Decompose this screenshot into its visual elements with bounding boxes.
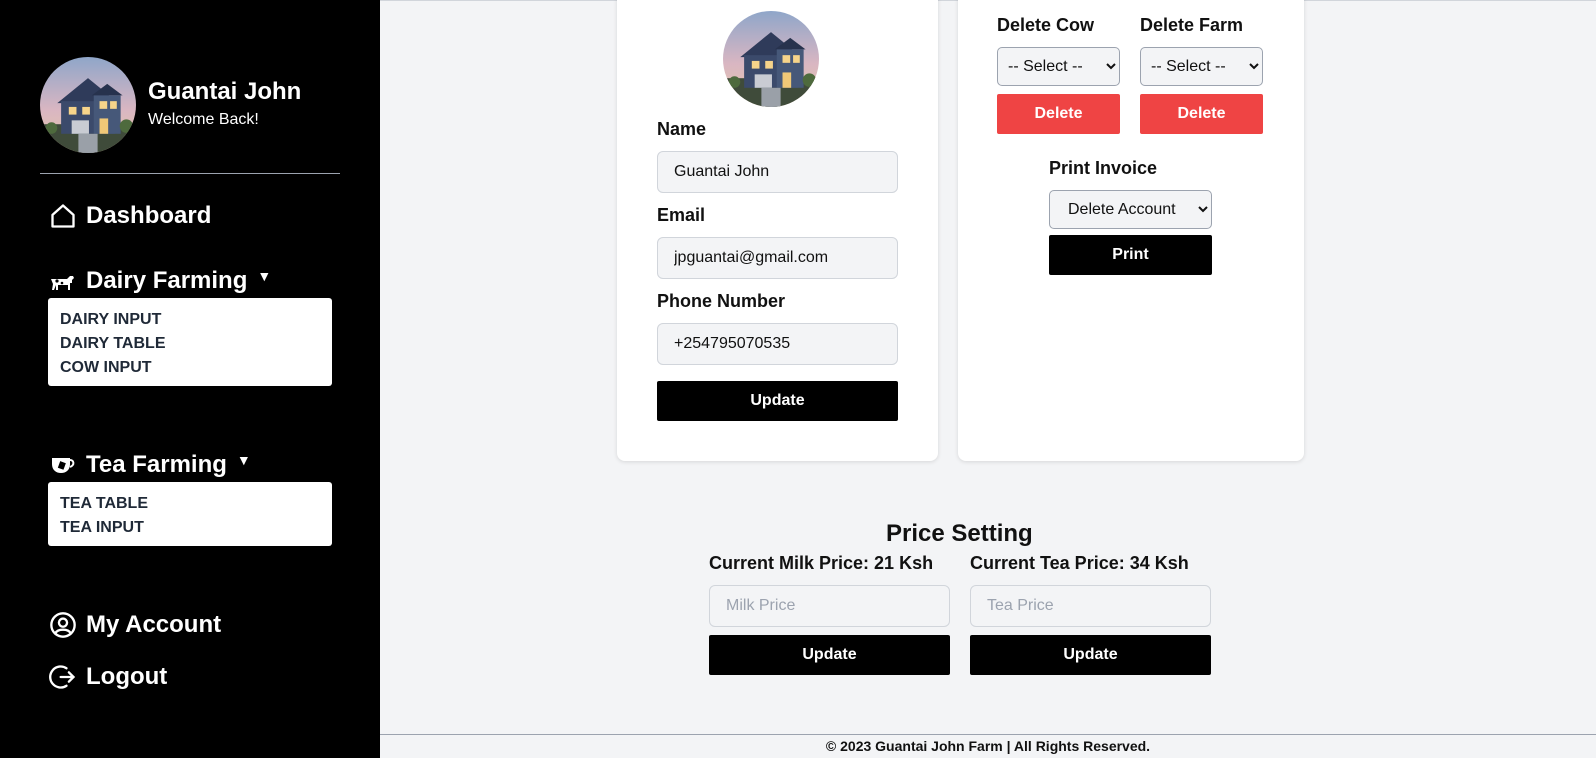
submenu-item-tea-table[interactable]: TEA TABLE — [60, 492, 320, 516]
sidebar-item-label: Dashboard — [86, 202, 212, 229]
tea-price-input[interactable] — [970, 585, 1211, 627]
delete-cow-select[interactable]: -- Select -- — [997, 47, 1120, 86]
tea-submenu: TEA TABLE TEA INPUT — [48, 482, 332, 546]
user-name: Guantai John — [148, 78, 302, 105]
user-circle-icon — [49, 611, 77, 639]
print-invoice-select[interactable]: Delete Account — [1049, 190, 1212, 229]
delete-farm-select[interactable]: -- Select -- — [1140, 47, 1263, 86]
sidebar-item-dairy-farming[interactable]: Dairy Farming ▼ — [49, 267, 271, 295]
delete-farm-button[interactable]: Delete — [1140, 94, 1263, 134]
current-milk-price: Current Milk Price: 21 Ksh — [709, 553, 934, 573]
delete-farm-label: Delete Farm — [1140, 15, 1244, 35]
sidebar: Guantai John Welcome Back! Dashboard Dai… — [0, 0, 380, 758]
logout-icon — [49, 663, 77, 691]
tea-cup-icon — [49, 451, 77, 479]
name-label: Name — [657, 119, 707, 139]
print-button[interactable]: Print — [1049, 235, 1212, 275]
welcome-text: Welcome Back! — [148, 111, 259, 128]
update-tea-price-button[interactable]: Update — [970, 635, 1211, 675]
update-profile-button[interactable]: Update — [657, 381, 898, 421]
home-icon — [49, 202, 77, 230]
cow-icon — [49, 267, 77, 295]
phone-label: Phone Number — [657, 291, 786, 311]
submenu-item-dairy-input[interactable]: DAIRY INPUT — [60, 308, 320, 332]
profile-avatar — [723, 11, 819, 107]
email-label: Email — [657, 205, 706, 225]
email-input[interactable] — [657, 237, 898, 279]
footer-copyright: © 2023 Guantai John Farm | All Rights Re… — [825, 738, 1151, 754]
name-input[interactable] — [657, 151, 898, 193]
sidebar-item-label: Tea Farming — [86, 451, 227, 478]
avatar — [40, 57, 136, 153]
sidebar-item-tea-farming[interactable]: Tea Farming ▼ — [49, 451, 251, 479]
submenu-item-cow-input[interactable]: COW INPUT — [60, 356, 320, 380]
delete-cow-label: Delete Cow — [997, 15, 1095, 35]
submenu-item-dairy-table[interactable]: DAIRY TABLE — [60, 332, 320, 356]
sidebar-divider — [40, 173, 340, 174]
chevron-down-icon[interactable]: ▼ — [237, 452, 251, 468]
print-invoice-label: Print Invoice — [1049, 158, 1158, 178]
submenu-item-tea-input[interactable]: TEA INPUT — [60, 516, 320, 540]
sidebar-item-my-account[interactable]: My Account — [49, 611, 221, 639]
phone-input[interactable] — [657, 323, 898, 365]
milk-price-input[interactable] — [709, 585, 950, 627]
delete-cow-button[interactable]: Delete — [997, 94, 1120, 134]
sidebar-item-label: My Account — [86, 611, 222, 638]
sidebar-item-label: Dairy Farming — [86, 267, 248, 294]
current-tea-price: Current Tea Price: 34 Ksh — [970, 553, 1189, 573]
update-milk-price-button[interactable]: Update — [709, 635, 950, 675]
sidebar-item-logout[interactable]: Logout — [49, 663, 167, 691]
price-setting-title: Price Setting — [886, 520, 1033, 547]
sidebar-item-dashboard[interactable]: Dashboard — [49, 202, 211, 230]
chevron-down-icon[interactable]: ▼ — [257, 268, 271, 284]
footer-divider — [380, 734, 1596, 735]
dairy-submenu: DAIRY INPUT DAIRY TABLE COW INPUT — [48, 298, 332, 386]
sidebar-item-label: Logout — [86, 663, 168, 690]
